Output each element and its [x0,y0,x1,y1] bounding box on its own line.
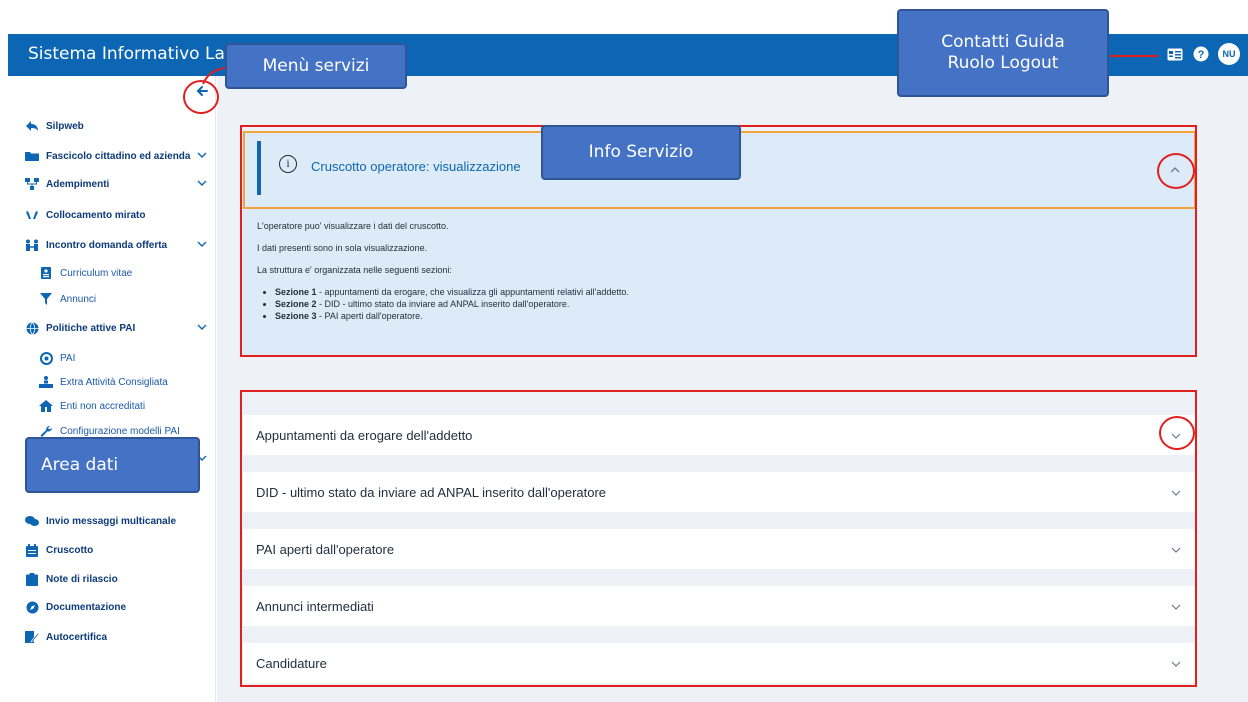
folder-icon [24,149,40,163]
sidebar-item-pai[interactable]: PAI [8,348,216,368]
callout-menu-servizi: Menù servizi [225,43,407,89]
sidebar-item-label: Fascicolo cittadino ed azienda [46,150,191,162]
sidebar-item-label: Note di rilascio [46,573,118,585]
compass-icon [24,600,40,614]
callout-area-dati: Area dati [25,437,200,493]
sidebar-item-label: Documentazione [46,601,127,613]
clipboard-icon [24,572,40,586]
chevron-down-icon[interactable] [196,238,208,250]
callout-info-servizio: Info Servizio [541,125,741,180]
sidebar-item-annunci[interactable]: Annunci [8,289,216,309]
network-icon [24,177,40,191]
sidebar-item-note-di-rilascio[interactable]: Note di rilascio [8,569,216,589]
sidebar-item-label: Configurazione modelli PAI [60,425,180,437]
calendar-icon [24,543,40,557]
page: Sistema Informativo Lavoro ? NU Silpweb F… [0,0,1248,702]
sidebar-item-curriculum-vitae[interactable]: Curriculum vitae [8,263,216,283]
callout-line: Ruolo Logout [947,53,1059,73]
sidebar-item-cruscotto[interactable]: Cruscotto [8,540,216,560]
callout-contatti: Contatti Guida Ruolo Logout [897,9,1109,97]
contact-card-icon[interactable] [1166,45,1184,63]
sidebar-item-label: Incontro domanda offerta [46,239,168,251]
sidebar-item-silpweb[interactable]: Silpweb [8,116,216,136]
wrench-icon [38,424,54,438]
sidebar-item-documentazione[interactable]: Documentazione [8,597,216,617]
chevron-down-icon[interactable] [196,149,208,161]
sidebar-item-autocertifica[interactable]: Autocertifica [8,627,216,647]
hands-icon [24,208,40,222]
sidebar-item-label: Adempimenti [46,178,110,190]
sidebar-item-label: Collocamento mirato [46,209,146,221]
help-icon[interactable]: ? [1192,45,1210,63]
sidebar-item-extra-attivit-consigliata[interactable]: Extra Attività Consigliata [8,372,216,392]
sidebar-item-incontro-domanda-offerta[interactable]: Incontro domanda offerta [8,235,216,255]
chat-icon [24,514,40,528]
callout-connector [1110,55,1158,57]
filter-icon [38,292,54,306]
house-icon [38,399,54,413]
chevron-down-icon[interactable] [196,177,208,189]
sidebar-item-label: Extra Attività Consigliata [60,376,168,388]
svg-text:?: ? [1198,49,1205,61]
user-avatar[interactable]: NU [1218,43,1240,65]
header-actions: ? NU [1166,43,1240,65]
match-icon [24,238,40,252]
sidebar-item-label: Invio messaggi multicanale [46,515,177,527]
sidebar-item-label: Politiche attive PAI [46,322,136,334]
info-toggle-highlight [1157,153,1195,189]
person-desk-icon [38,375,54,389]
globe-icon [24,321,40,335]
accordion-toggle-highlight [1159,416,1195,450]
sidebar-item-label: Annunci [60,293,97,305]
sidebar-item-label: Silpweb [46,120,84,132]
sidebar-item-label: Cruscotto [46,544,94,556]
document-icon [38,266,54,280]
sidebar-item-label: PAI [60,352,76,364]
data-area-highlight-box [240,390,1197,687]
callout-line: Contatti Guida [941,32,1065,52]
sidebar-item-adempimenti[interactable]: Adempimenti [8,174,216,194]
back-share-icon [24,119,40,133]
target-icon [38,351,54,365]
chevron-down-icon[interactable] [196,321,208,333]
sidebar-item-enti-non-accreditati[interactable]: Enti non accreditati [8,396,216,416]
sidebar-item-collocamento-mirato[interactable]: Collocamento mirato [8,205,216,225]
sidebar-item-label: Enti non accreditati [60,400,146,412]
sidebar: Silpweb Fascicolo cittadino ed azienda Ade… [8,76,216,702]
sidebar-item-politiche-attive-pai[interactable]: Politiche attive PAI [8,318,216,338]
sidebar-item-label: Curriculum vitae [60,267,133,279]
sidebar-item-fascicolo-cittadino-ed-azienda[interactable]: Fascicolo cittadino ed azienda [8,146,216,166]
sidebar-item-label: Autocertifica [46,631,108,643]
sidebar-item-invio-messaggi-multicanale[interactable]: Invio messaggi multicanale [8,511,216,531]
signature-icon [24,630,40,644]
